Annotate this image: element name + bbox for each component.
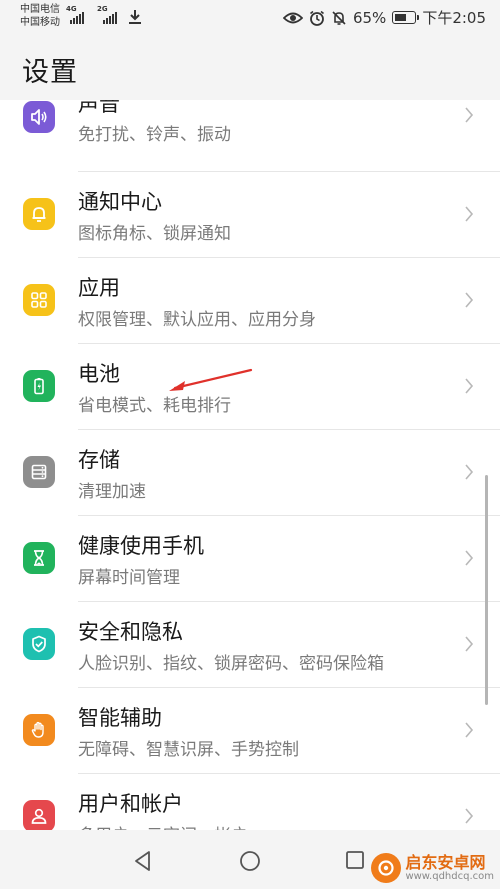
settings-item-security-privacy[interactable]: 安全和隐私 人脸识别、指纹、锁屏密码、密码保险箱 <box>0 602 500 688</box>
settings-item-subtitle: 无障碍、智慧识屏、手势控制 <box>78 740 299 760</box>
settings-item-subtitle: 人脸识别、指纹、锁屏密码、密码保险箱 <box>78 654 384 674</box>
chevron-right-icon <box>465 464 474 480</box>
settings-item-subtitle: 免打扰、铃声、振动 <box>78 125 231 145</box>
settings-item-title: 健康使用手机 <box>78 534 204 558</box>
user-icon <box>23 800 55 830</box>
settings-item-digital-balance[interactable]: 健康使用手机 屏幕时间管理 <box>0 516 500 602</box>
signal-icon <box>70 12 84 24</box>
settings-item-title: 声音 <box>78 100 120 116</box>
download-icon <box>129 10 141 24</box>
settings-item-sound[interactable]: 声音 免打扰、铃声、振动 <box>0 100 500 172</box>
settings-list: 声音 免打扰、铃声、振动 通知中心 图标角标、锁屏通知 应用 权限管理、默认应用… <box>0 100 500 830</box>
bell-icon <box>23 198 55 230</box>
status-bar: 中国电信 中国移动 4G 2G 65% 下午2:05 <box>0 0 500 36</box>
page-header: 设置 <box>0 36 500 100</box>
settings-item-title: 通知中心 <box>78 190 162 214</box>
carrier-1: 中国电信 <box>20 4 60 15</box>
settings-item-title: 应用 <box>78 276 120 300</box>
mute-bell-icon <box>332 10 346 25</box>
back-button-icon[interactable] <box>133 850 153 872</box>
chevron-right-icon <box>465 550 474 566</box>
annotation-arrow-icon <box>169 368 253 391</box>
chevron-right-icon <box>465 292 474 308</box>
hourglass-icon <box>23 542 55 574</box>
hand-icon <box>23 714 55 746</box>
settings-item-subtitle: 图标角标、锁屏通知 <box>78 224 231 244</box>
battery-status-icon <box>392 11 420 24</box>
chevron-right-icon <box>465 206 474 222</box>
recents-button-icon[interactable] <box>345 850 365 870</box>
scrollbar[interactable] <box>485 475 488 705</box>
settings-item-apps[interactable]: 应用 权限管理、默认应用、应用分身 <box>0 258 500 344</box>
settings-item-notifications[interactable]: 通知中心 图标角标、锁屏通知 <box>0 172 500 258</box>
settings-item-title: 安全和隐私 <box>78 620 183 644</box>
settings-item-smart-assistance[interactable]: 智能辅助 无障碍、智慧识屏、手势控制 <box>0 688 500 774</box>
settings-item-title: 用户和帐户 <box>78 792 183 816</box>
page-title: 设置 <box>22 57 78 88</box>
carrier-2: 中国移动 <box>20 17 60 28</box>
settings-item-subtitle: 权限管理、默认应用、应用分身 <box>78 310 316 330</box>
chevron-right-icon <box>465 636 474 652</box>
chevron-right-icon <box>465 722 474 738</box>
settings-item-title: 智能辅助 <box>78 706 162 730</box>
battery-percent: 65% <box>352 8 387 27</box>
watermark-name: 启东安卓网 <box>405 852 486 872</box>
chevron-right-icon <box>465 378 474 394</box>
settings-item-title: 电池 <box>78 362 120 386</box>
signal-icon <box>103 12 117 24</box>
carrier-labels: 中国电信 中国移动 <box>20 3 60 29</box>
battery-icon <box>23 370 55 402</box>
settings-item-users-accounts[interactable]: 用户和帐户 多用户、云空间、帐户 <box>0 774 500 830</box>
settings-item-subtitle: 屏幕时间管理 <box>78 568 180 588</box>
shield-icon <box>23 628 55 660</box>
settings-item-storage[interactable]: 存储 清理加速 <box>0 430 500 516</box>
watermark: 启东安卓网 www.qdhdcq.com <box>371 853 494 883</box>
home-button-icon[interactable] <box>239 850 261 872</box>
alarm-icon <box>309 10 324 26</box>
settings-item-title: 存储 <box>78 448 120 472</box>
settings-item-subtitle: 清理加速 <box>78 482 146 502</box>
eye-icon <box>282 12 303 23</box>
apps-grid-icon <box>23 284 55 316</box>
watermark-url: www.qdhdcq.com <box>405 871 494 883</box>
watermark-logo-icon <box>371 853 402 883</box>
clock: 下午2:05 <box>422 9 486 27</box>
settings-item-subtitle: 多用户、云空间、帐户 <box>78 821 248 830</box>
chevron-right-icon <box>465 808 474 824</box>
chevron-right-icon <box>465 107 474 123</box>
storage-icon <box>23 456 55 488</box>
speaker-icon <box>23 101 55 133</box>
status-right: 65% 下午2:05 <box>282 7 486 28</box>
